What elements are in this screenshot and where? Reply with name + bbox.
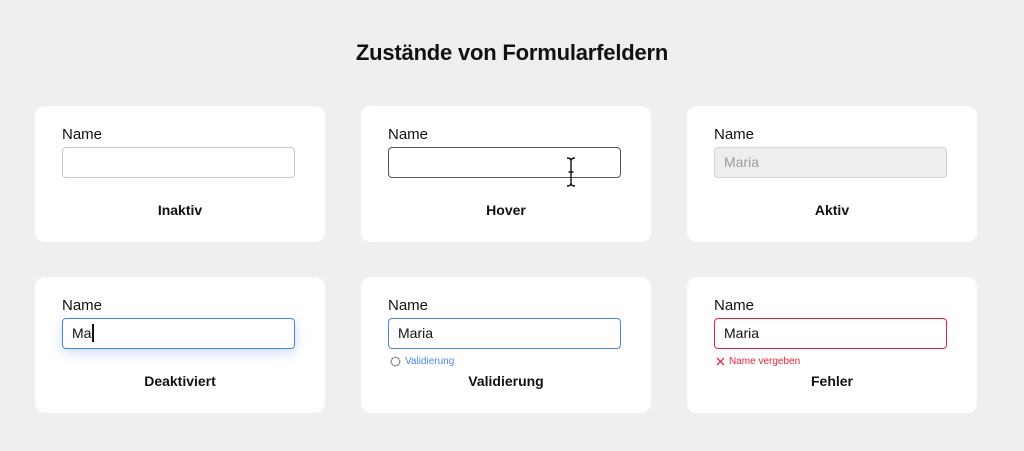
state-caption: Inaktiv — [157, 202, 203, 218]
state-caption: Aktiv — [814, 202, 850, 218]
name-field-fehler[interactable]: Maria — [714, 318, 947, 349]
text-caret — [92, 324, 94, 342]
field-label: Name — [388, 126, 429, 143]
spinner-icon — [390, 356, 401, 367]
error-hint-text: Name vergeben — [729, 356, 801, 367]
card-inaktiv: Name Inaktiv — [35, 106, 325, 242]
text-cursor-icon — [566, 157, 576, 187]
field-label: Name — [714, 126, 755, 143]
name-field-deaktiviert[interactable]: Ma — [62, 318, 295, 349]
field-value: Ma — [72, 325, 92, 341]
field-label: Name — [62, 126, 103, 143]
error-hint: Name vergeben — [716, 356, 800, 367]
name-field-aktiv[interactable]: Maria — [714, 147, 947, 178]
page-title: Zustände von Formularfeldern — [355, 40, 669, 65]
state-caption: Validierung — [468, 373, 544, 389]
state-caption: Deaktiviert — [144, 373, 216, 389]
validation-hint-text: Validierung — [405, 356, 455, 367]
state-caption: Hover — [486, 202, 526, 218]
card-aktiv: Name Maria Aktiv — [687, 106, 977, 242]
name-field-inaktiv[interactable] — [62, 147, 295, 178]
card-hover: Name Hover — [361, 106, 651, 242]
state-caption: Fehler — [810, 373, 853, 389]
field-label: Name — [62, 297, 103, 314]
card-deaktiviert: Name Ma Deaktiviert — [35, 277, 325, 413]
validation-hint: Validierung — [390, 356, 454, 367]
name-field-hover[interactable] — [388, 147, 621, 178]
card-validierung: Name Maria Validierung Validierung — [361, 277, 651, 413]
field-label: Name — [388, 297, 429, 314]
card-fehler: Name Maria Name vergeben Fehler — [687, 277, 977, 413]
field-label: Name — [714, 297, 755, 314]
error-x-icon — [716, 357, 725, 366]
name-field-validierung[interactable]: Maria — [388, 318, 621, 349]
